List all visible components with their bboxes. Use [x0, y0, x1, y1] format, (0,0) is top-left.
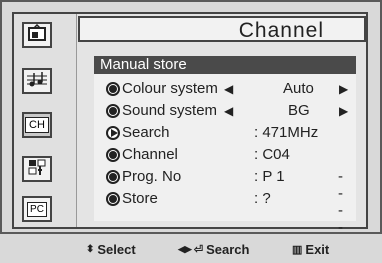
menu-icon: ▥	[292, 244, 303, 256]
menu-title: Channel	[238, 19, 324, 42]
menu-item-sound-system[interactable]: Sound system ◀ BG ▶	[100, 101, 350, 123]
bullet-icon	[106, 170, 120, 184]
left-right-icon: ◀▶	[178, 244, 192, 254]
category-sidebar: CH PC	[14, 14, 77, 227]
sidebar-item-pc[interactable]: PC	[22, 196, 52, 222]
sidebar-item-setup[interactable]	[22, 156, 52, 182]
menu-item-search[interactable]: Search : 471MHz	[100, 123, 350, 145]
bullet-icon	[106, 148, 120, 162]
pc-icon: PC	[27, 201, 47, 217]
bullet-icon	[106, 192, 120, 206]
right-arrow-icon[interactable]: ▶	[339, 82, 348, 96]
menu-item-prog-no[interactable]: Prog. No : P 1 -----	[100, 167, 350, 253]
enter-icon: ⏎	[193, 244, 204, 256]
left-arrow-icon[interactable]: ◀	[224, 82, 233, 96]
sidebar-item-picture[interactable]	[22, 22, 52, 48]
sidebar-item-sound[interactable]	[22, 68, 52, 94]
select-hint: ⬍ Select	[86, 242, 136, 257]
menu-item-store[interactable]: Store : ?	[100, 189, 350, 211]
submenu-header: Manual store	[94, 56, 356, 74]
right-arrow-icon[interactable]: ▶	[339, 104, 348, 118]
left-arrow-icon[interactable]: ◀	[224, 104, 233, 118]
menu-item-channel[interactable]: Channel : C04	[100, 145, 350, 167]
search-hint: ◀▶ ⏎ Search	[178, 242, 250, 257]
channel-icon: CH	[25, 117, 49, 133]
menu-title-bar: Channel	[78, 16, 366, 42]
sound-icon	[26, 70, 48, 93]
play-icon	[106, 126, 120, 140]
bullet-icon	[106, 104, 120, 118]
exit-hint: ▥ Exit	[292, 242, 330, 257]
bullet-icon	[106, 82, 120, 96]
help-bar: ⬍ Select ◀▶ ⏎ Search ▥ Exit	[0, 232, 382, 263]
picture-icon	[27, 23, 47, 47]
menu-item-colour-system[interactable]: Colour system ◀ Auto ▶	[100, 79, 350, 101]
sidebar-item-channel[interactable]: CH	[22, 112, 52, 138]
setup-icon	[27, 158, 47, 181]
up-down-icon: ⬍	[86, 244, 95, 255]
